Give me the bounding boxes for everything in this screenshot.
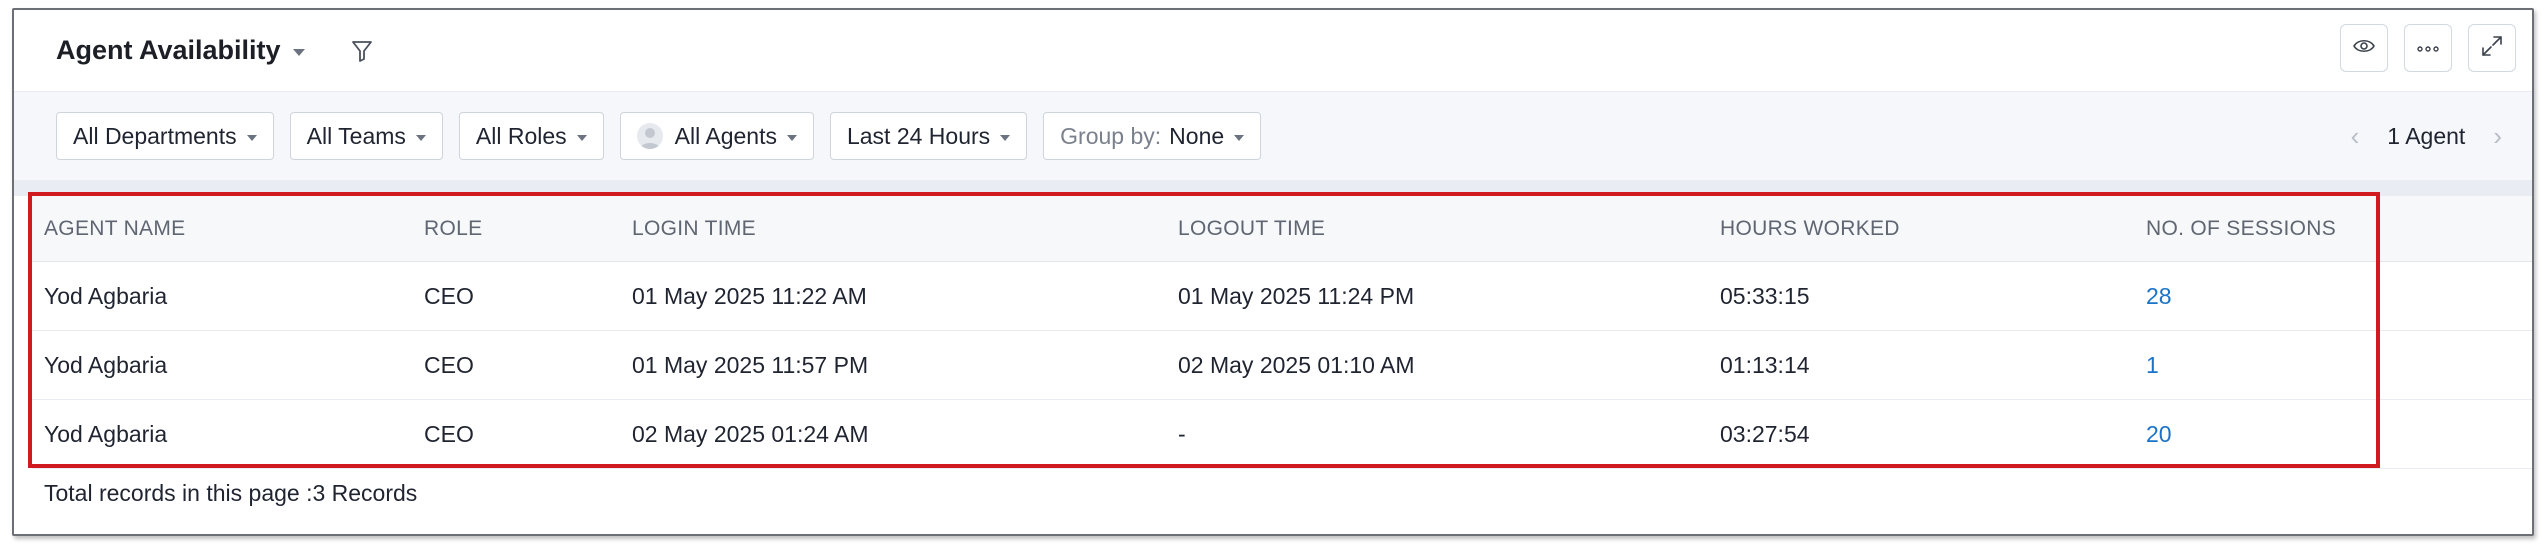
view-button[interactable]: [2340, 24, 2388, 72]
filter-bar: All Departments All Teams All Roles All …: [14, 92, 2532, 180]
login-time-cell: 02 May 2025 01:24 AM: [632, 420, 869, 447]
pagination: ‹ 1 Agent ›: [2351, 92, 2502, 180]
agent-name-cell: Yod Agbaria: [44, 351, 168, 378]
table-row: Yod Agbaria CEO 01 May 2025 11:22 AM 01 …: [32, 262, 2532, 331]
expand-icon: [2481, 35, 2503, 62]
departments-label: All Departments: [73, 122, 237, 149]
logout-time-cell: -: [1178, 420, 1186, 447]
chevron-down-icon: [415, 135, 426, 141]
title-dropdown-caret-icon[interactable]: [292, 49, 305, 56]
teams-dropdown[interactable]: All Teams: [289, 112, 443, 160]
logout-time-cell: 02 May 2025 01:10 AM: [1178, 351, 1415, 378]
column-header-hours-worked[interactable]: HOURS WORKED: [1720, 196, 1900, 261]
table-row: Yod Agbaria CEO 01 May 2025 11:57 PM 02 …: [32, 331, 2532, 400]
total-records-text: Total records in this page :3 Records: [44, 480, 418, 506]
role-cell: CEO: [424, 420, 474, 447]
sessions-link[interactable]: 20: [2146, 400, 2172, 468]
roles-dropdown[interactable]: All Roles: [458, 112, 604, 160]
chevron-down-icon: [786, 135, 797, 141]
column-header-agent-name[interactable]: AGENT NAME: [44, 196, 185, 261]
login-time-cell: 01 May 2025 11:22 AM: [632, 282, 867, 309]
sessions-link[interactable]: 28: [2146, 262, 2172, 330]
column-header-sessions[interactable]: NO. OF SESSIONS: [2146, 196, 2336, 261]
role-cell: CEO: [424, 282, 474, 309]
hours-worked-cell: 01:13:14: [1720, 351, 1810, 378]
logout-time-cell: 01 May 2025 11:24 PM: [1178, 282, 1415, 309]
table-header-row: AGENT NAME ROLE LOGIN TIME LOGOUT TIME H…: [32, 196, 2532, 262]
eye-icon: [2353, 38, 2375, 59]
agents-label: All Agents: [674, 122, 777, 149]
sessions-link[interactable]: 1: [2146, 331, 2159, 399]
login-time-cell: 01 May 2025 11:57 PM: [632, 351, 869, 378]
chevron-down-icon: [1234, 135, 1245, 141]
more-icon: [2417, 39, 2439, 57]
avatar-icon: [636, 123, 663, 149]
period-dropdown[interactable]: Last 24 Hours: [829, 112, 1028, 160]
more-options-button[interactable]: [2404, 24, 2452, 72]
chevron-down-icon: [246, 135, 257, 141]
roles-label: All Roles: [475, 122, 567, 149]
report-title[interactable]: Agent Availability: [56, 35, 281, 66]
report-actions: [2340, 24, 2516, 72]
chevron-right-icon[interactable]: ›: [2493, 121, 2502, 152]
teams-label: All Teams: [306, 122, 406, 149]
hours-worked-cell: 05:33:15: [1720, 282, 1810, 309]
report-panel: Agent Availability All Departments All T…: [12, 8, 2534, 536]
column-header-logout-time[interactable]: LOGOUT TIME: [1178, 196, 1325, 261]
period-label: Last 24 Hours: [846, 122, 991, 149]
chevron-down-icon: [576, 135, 587, 141]
expand-button[interactable]: [2468, 24, 2516, 72]
table-row: Yod Agbaria CEO 02 May 2025 01:24 AM - 0…: [32, 400, 2532, 469]
departments-dropdown[interactable]: All Departments: [56, 112, 274, 160]
column-header-login-time[interactable]: LOGIN TIME: [632, 196, 756, 261]
hours-worked-cell: 03:27:54: [1720, 420, 1810, 447]
agent-name-cell: Yod Agbaria: [44, 282, 168, 309]
chevron-down-icon: [1000, 135, 1011, 141]
agent-count: 1 Agent: [2387, 122, 2466, 149]
role-cell: CEO: [424, 351, 474, 378]
chevron-left-icon[interactable]: ‹: [2351, 121, 2360, 152]
report-header: Agent Availability: [14, 10, 2532, 92]
divider-strip: [14, 180, 2532, 196]
column-header-role[interactable]: ROLE: [424, 196, 482, 261]
agents-dropdown[interactable]: All Agents: [619, 112, 814, 160]
group-by-dropdown[interactable]: Group by: None: [1043, 112, 1262, 160]
group-by-label: Group by:: [1060, 122, 1162, 149]
availability-table: AGENT NAME ROLE LOGIN TIME LOGOUT TIME H…: [32, 196, 2532, 469]
agent-name-cell: Yod Agbaria: [44, 420, 168, 447]
group-by-value: None: [1169, 122, 1225, 149]
filter-icon[interactable]: [349, 38, 375, 64]
